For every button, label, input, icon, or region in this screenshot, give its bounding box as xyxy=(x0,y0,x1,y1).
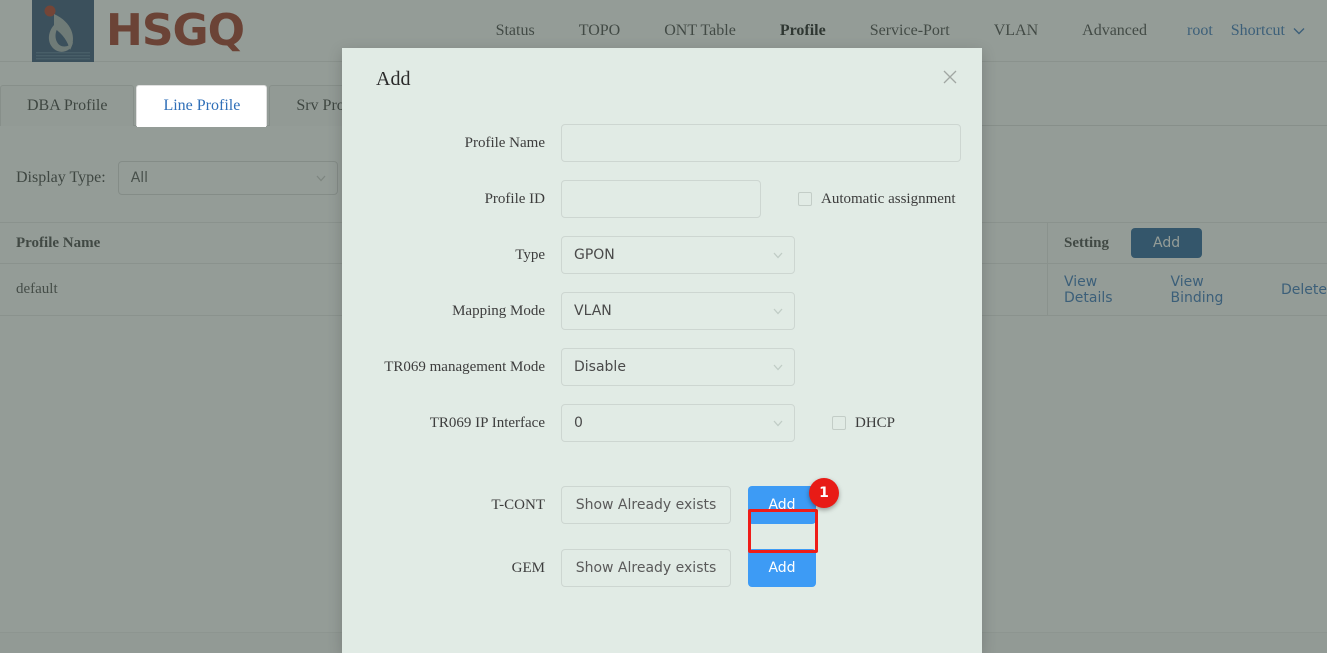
field-row-type: Type GPON xyxy=(342,236,982,274)
tr069-ip-interface-select[interactable]: 0 xyxy=(561,404,795,442)
mapping-mode-select[interactable]: VLAN xyxy=(561,292,795,330)
field-row-mapping-mode: Mapping Mode VLAN xyxy=(342,292,982,330)
field-row-tr069-ip-interface: TR069 IP Interface 0 DHCP xyxy=(342,404,982,442)
chevron-down-icon xyxy=(773,364,783,371)
dhcp-label[interactable]: DHCP xyxy=(855,415,895,432)
automatic-assignment-group: Automatic assignment xyxy=(798,191,956,208)
mapping-mode-label: Mapping Mode xyxy=(452,302,545,319)
gem-label: GEM xyxy=(511,559,545,576)
tr069-management-mode-value: Disable xyxy=(574,359,626,375)
close-icon[interactable] xyxy=(940,67,960,87)
field-row-tr069-management-mode: TR069 management Mode Disable xyxy=(342,348,982,386)
dhcp-checkbox[interactable] xyxy=(832,416,846,430)
tcont-add-button[interactable]: Add xyxy=(748,486,816,524)
field-row-gem: GEM Show Already exists Add xyxy=(342,549,982,587)
tr069-ip-interface-label: TR069 IP Interface xyxy=(429,414,545,431)
chevron-down-icon xyxy=(773,308,783,315)
type-label: Type xyxy=(515,246,545,263)
chevron-down-icon xyxy=(773,420,783,427)
profile-id-label: Profile ID xyxy=(484,190,545,207)
profile-name-label: Profile Name xyxy=(464,134,545,151)
tab-line-profile[interactable]: Line Profile xyxy=(136,85,268,127)
field-row-profile-name: Profile Name xyxy=(342,124,982,162)
tr069-management-mode-label: TR069 management Mode xyxy=(384,358,545,375)
field-row-tcont: T-CONT Show Already exists Add xyxy=(342,486,982,524)
tr069-management-mode-select[interactable]: Disable xyxy=(561,348,795,386)
dialog-body: Profile Name Profile ID Automatic assign… xyxy=(342,110,982,587)
field-row-profile-id: Profile ID Automatic assignment xyxy=(342,180,982,218)
gem-show-existing-button[interactable]: Show Already exists xyxy=(561,549,731,587)
automatic-assignment-checkbox[interactable] xyxy=(798,192,812,206)
dialog-title: Add xyxy=(376,67,411,90)
dialog-header: Add xyxy=(342,48,982,110)
profile-id-input[interactable] xyxy=(561,180,761,218)
tcont-show-existing-button[interactable]: Show Already exists xyxy=(561,486,731,524)
profile-name-input[interactable] xyxy=(561,124,961,162)
dhcp-group: DHCP xyxy=(832,415,895,432)
add-line-profile-dialog: Add Profile Name Profile ID Automatic as… xyxy=(342,48,982,653)
chevron-down-icon xyxy=(773,252,783,259)
tcont-label: T-CONT xyxy=(491,496,545,513)
tr069-ip-interface-value: 0 xyxy=(574,415,583,431)
type-value: GPON xyxy=(574,247,615,263)
automatic-assignment-label[interactable]: Automatic assignment xyxy=(821,191,956,208)
gem-add-button[interactable]: Add xyxy=(748,549,816,587)
mapping-mode-value: VLAN xyxy=(574,303,612,319)
annotation-step-badge: 1 xyxy=(809,478,839,508)
type-select[interactable]: GPON xyxy=(561,236,795,274)
